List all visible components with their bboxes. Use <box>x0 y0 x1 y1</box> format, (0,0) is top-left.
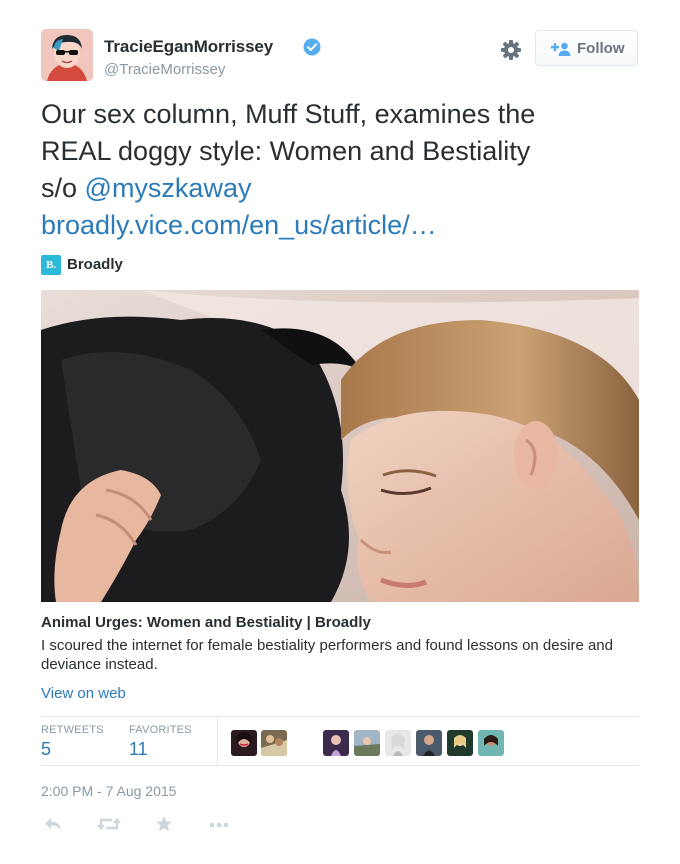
tweet-line: broadly.vice.com/en_us/article/… <box>41 207 641 244</box>
mention-link[interactable]: @myszkaway <box>85 173 252 203</box>
divider <box>217 717 218 765</box>
source-name[interactable]: Broadly <box>67 256 123 273</box>
card-description: I scoured the internet for female bestia… <box>41 637 613 673</box>
retweets-label: RETWEETS <box>41 724 104 736</box>
more-icon[interactable] <box>208 813 230 835</box>
verified-badge-icon <box>303 38 321 56</box>
user-avatar[interactable] <box>41 29 93 81</box>
card-image[interactable] <box>41 290 639 602</box>
retweet-icon[interactable] <box>96 813 122 835</box>
user-handle[interactable]: @TracieMorrissey <box>104 61 225 78</box>
reply-icon[interactable] <box>43 813 63 835</box>
tweet-line: s/o @myszkaway <box>41 170 641 207</box>
favoriter-avatar[interactable] <box>416 730 442 756</box>
view-on-web-link[interactable]: View on web <box>41 685 126 702</box>
divider <box>41 765 639 766</box>
favoriter-avatar[interactable] <box>231 730 257 756</box>
follow-label: Follow <box>577 40 625 57</box>
favoriter-avatar[interactable] <box>354 730 380 756</box>
tweet-line: REAL doggy style: Women and Bestiality <box>41 136 531 166</box>
favoriter-avatar[interactable] <box>478 730 504 756</box>
add-user-icon <box>551 42 571 56</box>
favorites-count[interactable]: 11 <box>129 739 148 760</box>
tweet-card: TracieEganMorrissey @TracieMorrissey Fol… <box>0 0 680 864</box>
tweet-timestamp[interactable]: 2:00 PM - 7 Aug 2015 <box>41 783 176 799</box>
tweet-line-prefix: s/o <box>41 173 85 203</box>
article-link[interactable]: broadly.vice.com/en_us/article/… <box>41 210 437 240</box>
broadly-logo: B. <box>41 255 61 275</box>
favorites-label: FAVORITES <box>129 724 192 736</box>
follow-button[interactable]: Follow <box>535 30 638 66</box>
tweet-text: Our sex column, Muff Stuff, examines the… <box>41 96 641 244</box>
gear-icon[interactable] <box>500 39 522 61</box>
card-title[interactable]: Animal Urges: Women and Bestiality | Bro… <box>41 614 371 631</box>
tweet-line: Our sex column, Muff Stuff, examines the <box>41 99 536 129</box>
retweets-count[interactable]: 5 <box>41 739 51 760</box>
favorite-icon[interactable] <box>155 813 173 835</box>
display-name[interactable]: TracieEganMorrissey <box>104 37 273 57</box>
favoriter-avatar[interactable] <box>323 730 349 756</box>
favoriter-avatar[interactable] <box>261 730 287 756</box>
favoriter-avatar[interactable] <box>385 730 411 756</box>
favoriter-avatar[interactable] <box>447 730 473 756</box>
divider <box>41 716 639 717</box>
